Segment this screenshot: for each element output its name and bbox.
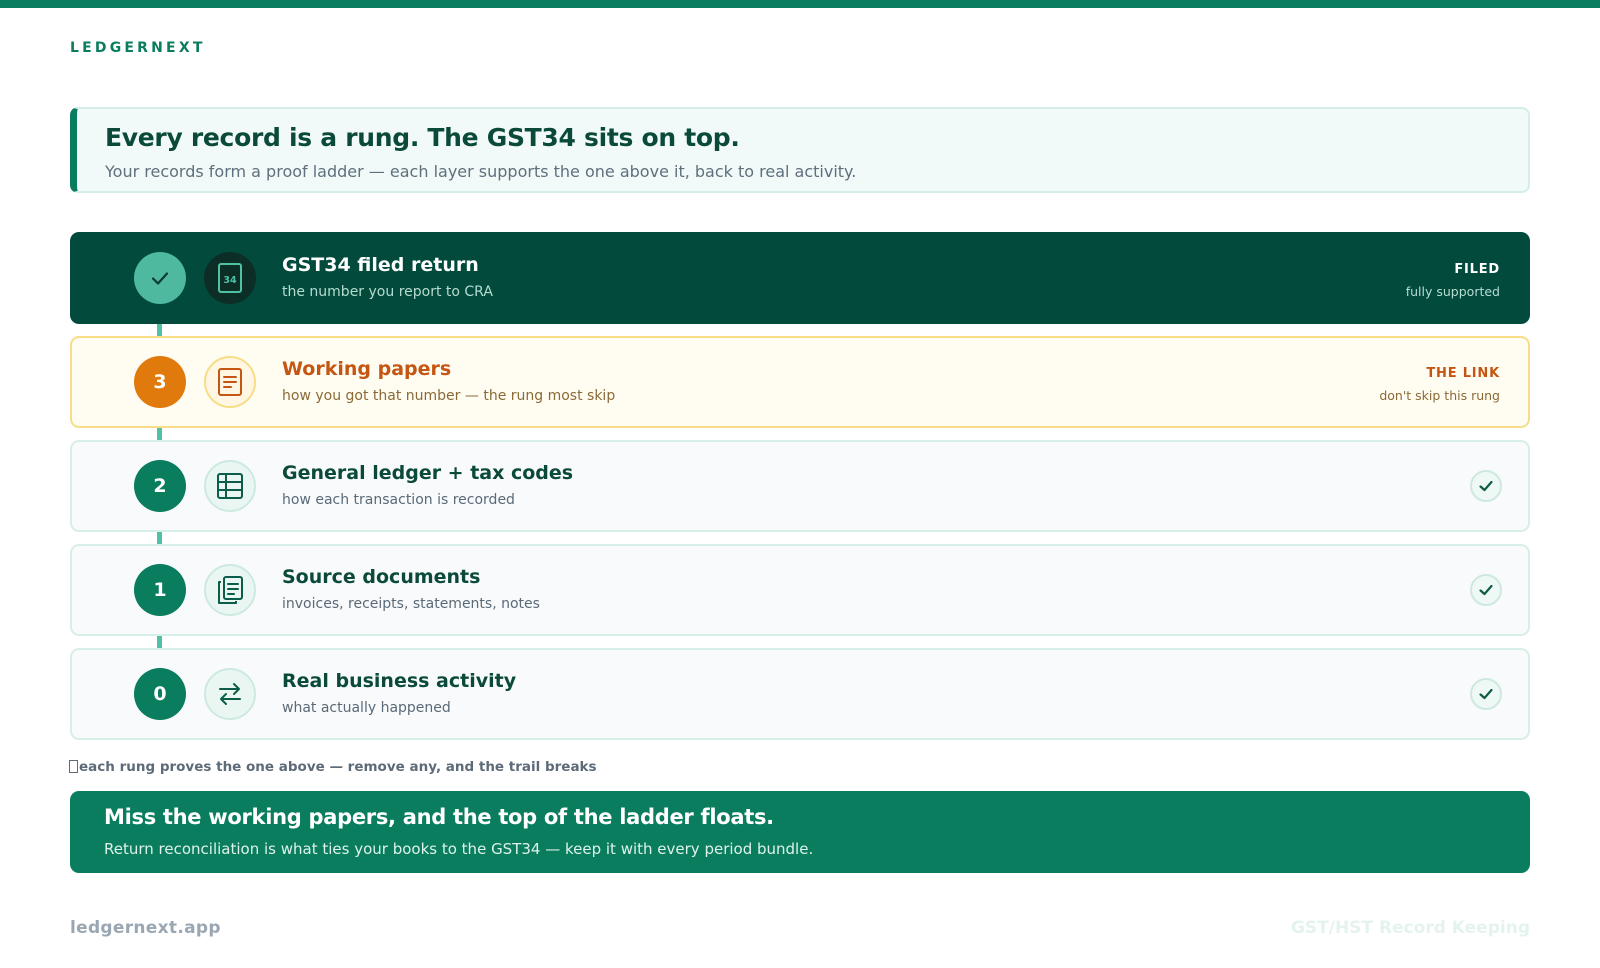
rung-title: Real business activity — [282, 670, 517, 692]
footer-site-link[interactable]: ledgernext.app — [70, 918, 221, 938]
rung-subtitle: how you got that number — the rung most … — [282, 388, 616, 404]
rung-title: Source documents — [282, 566, 481, 588]
table-grid-icon — [204, 460, 256, 512]
rung-source-documents: 1 Source documents invoices, receipts, s… — [70, 544, 1530, 636]
svg-text:34: 34 — [223, 275, 237, 286]
check-icon — [1470, 574, 1502, 606]
status-note: fully supported — [1405, 284, 1500, 299]
headline-title: Every record is a rung. The GST34 sits o… — [105, 123, 740, 152]
check-icon — [1470, 470, 1502, 502]
rung-title: General ledger + tax codes — [282, 462, 574, 484]
rung-subtitle: invoices, receipts, statements, notes — [282, 596, 540, 612]
check-icon — [1470, 678, 1502, 710]
form-34-icon: 34 — [204, 252, 256, 304]
rung-number: 2 — [134, 460, 186, 512]
rung-title: GST34 filed return — [282, 254, 479, 276]
status-label: THE LINK — [1426, 366, 1500, 381]
rung-number: 1 — [134, 564, 186, 616]
brand-logo: LEDGERNEXT — [70, 40, 206, 56]
rung-number: 0 — [134, 668, 186, 720]
status-label: FILED — [1454, 262, 1500, 277]
exchange-arrows-icon — [204, 668, 256, 720]
callout-body: Return reconciliation is what ties your … — [104, 840, 814, 858]
rung-title: Working papers — [282, 358, 452, 380]
rung-real-business-activity: 0 Real business activity what actually h… — [70, 648, 1530, 740]
check-marker-icon — [134, 252, 186, 304]
rung-number: 3 — [134, 356, 186, 408]
rung-gst34-filed-return: 34 GST34 filed return the number you rep… — [70, 232, 1530, 324]
callout-title: Miss the working papers, and the top of … — [104, 805, 774, 829]
rung-subtitle: how each transaction is recorded — [282, 492, 515, 508]
ladder-footnote: each rung proves the one above — remove … — [69, 759, 597, 775]
rung-working-papers: 3 Working papers how you got that number… — [70, 336, 1530, 428]
status-note: don't skip this rung — [1379, 388, 1500, 403]
documents-stack-icon — [204, 564, 256, 616]
top-accent-bar — [0, 0, 1600, 8]
rung-subtitle: what actually happened — [282, 700, 451, 716]
headline-panel: Every record is a rung. The GST34 sits o… — [70, 107, 1530, 193]
footer-tagline: GST/HST Record Keeping — [1290, 918, 1530, 938]
callout-banner: Miss the working papers, and the top of … — [70, 791, 1530, 873]
missing-glyph-icon — [69, 760, 78, 773]
document-icon — [204, 356, 256, 408]
footnote-text: each rung proves the one above — remove … — [79, 759, 597, 775]
rung-subtitle: the number you report to CRA — [282, 284, 493, 300]
headline-subtitle: Your records form a proof ladder — each … — [105, 162, 857, 181]
rung-general-ledger: 2 General ledger + tax codes how each tr… — [70, 440, 1530, 532]
